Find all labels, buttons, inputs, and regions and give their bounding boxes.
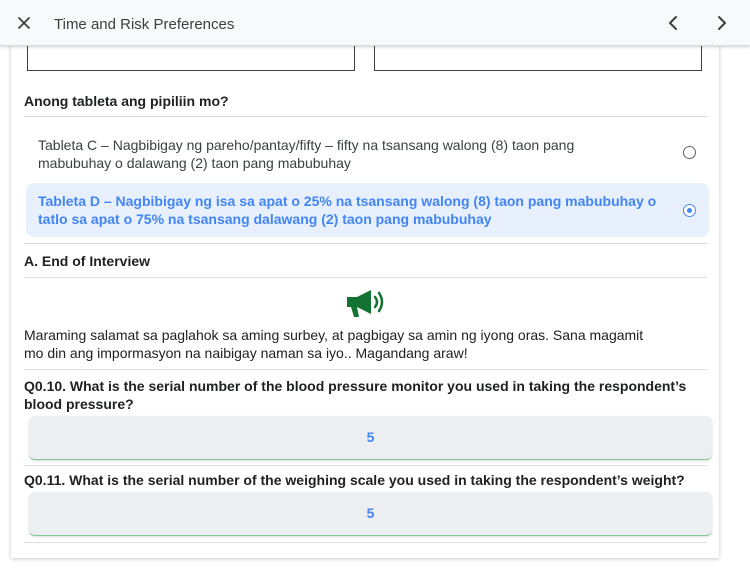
thank-you-line2: mo din ang impormasyon na naibigay naman… [24, 345, 468, 361]
option-tablet-c-label: Tableta C – Nagbibigay ng pareho/pantay/… [38, 136, 574, 172]
divider [24, 277, 707, 278]
app-header: Time and Risk Preferences [0, 0, 750, 46]
divider [24, 243, 707, 244]
divider [24, 465, 707, 466]
question-q0-10-line2: blood pressure? [24, 396, 134, 412]
answer-field-q0-11[interactable]: 5 [29, 492, 712, 536]
question-q0-11: Q0.11. What is the serial number of the … [24, 472, 685, 488]
previous-answer-box-left [27, 44, 355, 71]
tablet-question: Anong tableta ang pipiliin mo? [24, 93, 229, 109]
option-tablet-c-line1: Tableta C – Nagbibigay ng pareho/pantay/… [38, 137, 575, 153]
option-tablet-d-label: Tableta D – Nagbibigay ng isa sa apat o … [38, 192, 656, 228]
question-q0-10-line1: Q0.10. What is the serial number of the … [24, 378, 687, 394]
page-title: Time and Risk Preferences [54, 16, 235, 33]
section-title-end-of-interview: A. End of Interview [24, 253, 151, 269]
answer-value-q0-11: 5 [366, 505, 375, 521]
close-icon[interactable] [12, 11, 36, 35]
option-tablet-c[interactable]: Tableta C – Nagbibigay ng pareho/pantay/… [26, 131, 709, 177]
divider [24, 369, 707, 370]
chevron-right-icon[interactable] [709, 11, 733, 35]
thank-you-line1: Maraming salamat sa paglahok sa aming su… [24, 327, 644, 343]
previous-answer-box-right [374, 44, 702, 71]
question-q0-10: Q0.10. What is the serial number of the … [24, 377, 686, 413]
divider [24, 542, 707, 543]
radio-tablet-c[interactable] [683, 146, 696, 159]
option-tablet-c-line2: mabubuhay o dalawang (2) taon pang mabub… [38, 155, 351, 171]
option-tablet-d-line1: Tableta D – Nagbibigay ng isa sa apat o … [38, 193, 657, 209]
radio-tablet-d[interactable] [683, 204, 696, 217]
thank-you-message: Maraming salamat sa paglahok sa aming su… [24, 326, 704, 362]
chevron-left-icon[interactable] [662, 11, 686, 35]
divider [24, 116, 707, 117]
option-tablet-d-line2: tatlo sa apat o 75% na tsansang dalawang… [38, 211, 492, 227]
megaphone-icon[interactable] [345, 287, 385, 319]
answer-value-q0-10: 5 [366, 429, 375, 445]
answer-field-q0-10[interactable]: 5 [29, 416, 712, 460]
option-tablet-d[interactable]: Tableta D – Nagbibigay ng isa sa apat o … [26, 183, 709, 237]
